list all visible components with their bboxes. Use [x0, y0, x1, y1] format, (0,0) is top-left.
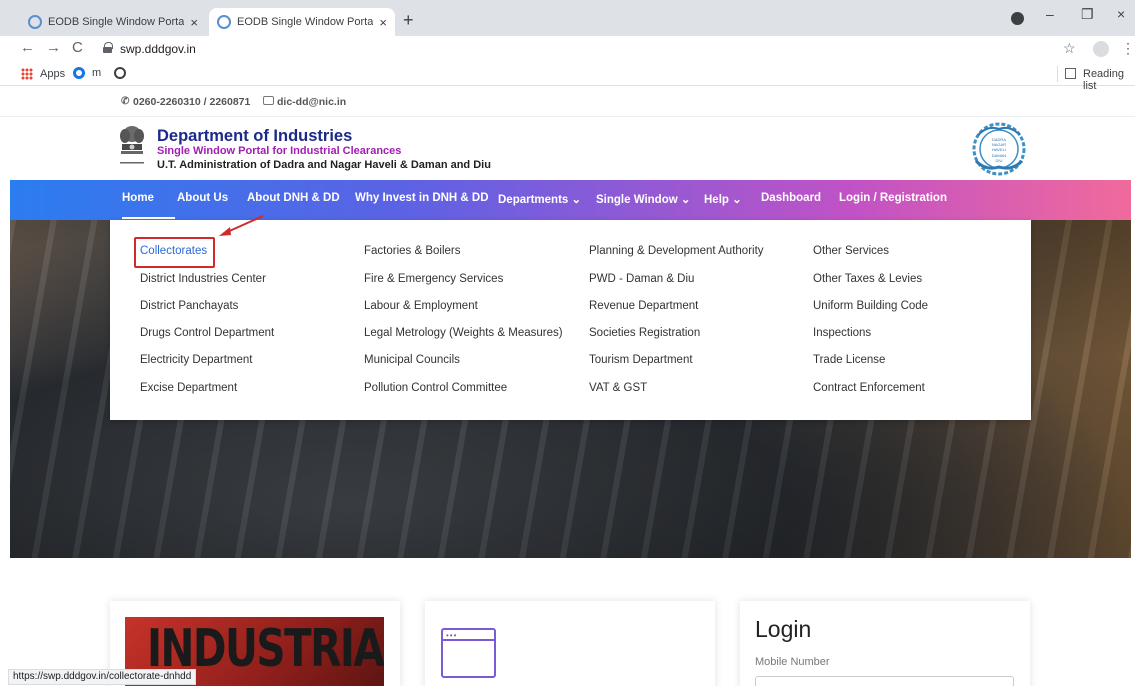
menu-item[interactable]: Factories & Boilers — [364, 245, 461, 257]
nav-about-us[interactable]: About Us — [177, 192, 228, 204]
menu-item[interactable]: Revenue Department — [589, 300, 698, 312]
menu-item[interactable]: Labour & Employment — [364, 300, 478, 312]
mobile-number-input[interactable] — [755, 676, 1014, 686]
globe-icon[interactable] — [114, 67, 126, 79]
login-title: Login — [755, 616, 812, 642]
seal-text: DIU — [996, 158, 1003, 163]
apps-grid-icon[interactable] — [21, 68, 33, 80]
menu-item[interactable]: Tourism Department — [589, 354, 693, 366]
menu-item[interactable]: Other Services — [813, 245, 889, 257]
bookmarks-divider — [1057, 66, 1058, 82]
window-dots: ••• — [446, 631, 458, 640]
tab-close-icon[interactable]: × — [379, 15, 387, 30]
annotation-arrow-icon — [219, 215, 264, 236]
bookmark-apps[interactable]: Apps — [40, 68, 65, 80]
nav-home[interactable]: Home — [122, 192, 154, 204]
menu-item[interactable]: Trade License — [813, 354, 885, 366]
contact-bar: ✆ 0260-2260310 / 2260871 dic-dd@nic.in — [0, 86, 1135, 116]
menu-item[interactable]: Planning & Development Authority — [589, 245, 764, 257]
login-card: Login Mobile Number — [740, 601, 1030, 686]
site-subtitle: Single Window Portal for Industrial Clea… — [157, 145, 402, 157]
new-tab-button[interactable]: + — [403, 10, 414, 31]
site-favicon-icon — [217, 15, 231, 29]
nav-dashboard[interactable]: Dashboard — [761, 192, 821, 204]
bookmark-c-icon[interactable] — [73, 67, 85, 79]
menu-item[interactable]: PWD - Daman & Diu — [589, 273, 694, 285]
main-navigation: Home About Us About DNH & DD Why Invest … — [10, 180, 1131, 220]
seal-text: HAVELI — [992, 147, 1006, 152]
reading-list-icon[interactable] — [1065, 68, 1076, 79]
menu-item[interactable]: Fire & Emergency Services — [364, 273, 503, 285]
tab-title: EODB Single Window Portal : Da — [237, 16, 374, 28]
menu-item[interactable]: Pollution Control Committee — [364, 382, 507, 394]
nav-single-window[interactable]: Single Window ⌄ — [596, 192, 691, 206]
restore-button[interactable]: ❐ — [1081, 6, 1094, 23]
mail-icon — [263, 96, 274, 105]
forward-button[interactable]: → — [46, 39, 61, 56]
site-title[interactable]: Department of Industries — [157, 127, 352, 146]
profile-icon[interactable] — [1011, 12, 1024, 25]
national-emblem-icon — [120, 126, 144, 164]
nav-about-dnh-dd[interactable]: About DNH & DD — [247, 192, 340, 204]
tab-close-icon[interactable]: × — [190, 15, 198, 30]
browser-tab[interactable]: EODB Single Window Portal : Da × — [20, 8, 206, 36]
nav-active-indicator — [122, 217, 175, 219]
menu-item[interactable]: Electricity Department — [140, 354, 252, 366]
menu-item[interactable]: Excise Department — [140, 382, 237, 394]
menu-item[interactable]: Inspections — [813, 327, 871, 339]
dnhdd-seal-icon: DADRA NAGAR HAVELI DAMAN DIU — [972, 122, 1026, 176]
menu-item[interactable]: Drugs Control Department — [140, 327, 274, 339]
bookmark-star-icon[interactable]: ☆ — [1063, 40, 1076, 57]
reload-button[interactable]: C — [72, 39, 83, 56]
browser-tab-active[interactable]: EODB Single Window Portal : Da × — [209, 8, 395, 36]
menu-item[interactable]: District Panchayats — [140, 300, 238, 312]
back-button[interactable]: ← — [20, 39, 35, 56]
email-address[interactable]: dic-dd@nic.in — [277, 96, 346, 108]
url-field[interactable]: swp.dddgov.in — [120, 42, 196, 56]
phone-number: 0260-2260310 / 2260871 — [133, 96, 251, 108]
menu-item[interactable]: Legal Metrology (Weights & Measures) — [364, 327, 563, 339]
browser-menu-icon[interactable]: ⋮ — [1121, 40, 1135, 57]
menu-item[interactable]: VAT & GST — [589, 382, 647, 394]
mobile-number-label: Mobile Number — [755, 656, 830, 668]
single-window-card[interactable]: ••• — [425, 601, 715, 686]
administration-name: U.T. Administration of Dadra and Nagar H… — [157, 159, 491, 171]
nav-departments[interactable]: Departments ⌄ — [498, 192, 581, 206]
departments-dropdown: Collectorates District Industries Center… — [110, 220, 1031, 420]
phone-icon: ✆ — [121, 96, 130, 107]
menu-item[interactable]: Contract Enforcement — [813, 382, 925, 394]
status-url-bar: https://swp.dddgov.in/collectorate-dnhdd — [8, 669, 197, 685]
nav-why-invest[interactable]: Why Invest in DNH & DD — [355, 192, 489, 204]
close-window-button[interactable]: × — [1117, 6, 1125, 22]
menu-item[interactable]: Municipal Councils — [364, 354, 460, 366]
nav-help[interactable]: Help ⌄ — [704, 192, 742, 206]
bookmark-m[interactable]: m — [92, 67, 101, 79]
tab-title: EODB Single Window Portal : Da — [48, 16, 185, 28]
account-icon[interactable] — [1093, 41, 1109, 57]
browser-tab-bar: EODB Single Window Portal : Da × EODB Si… — [0, 0, 1135, 36]
menu-item[interactable]: Other Taxes & Levies — [813, 273, 922, 285]
menu-item[interactable]: Societies Registration — [589, 327, 700, 339]
browser-window-icon: ••• — [441, 628, 496, 678]
minimize-button[interactable]: – — [1046, 6, 1054, 22]
menu-item[interactable]: Uniform Building Code — [813, 300, 928, 312]
highlight-box — [134, 237, 215, 268]
bookmarks-bar: Apps m Reading list — [0, 62, 1135, 92]
address-bar: ← → C swp.dddgov.in ☆ ⋮ — [0, 36, 1135, 62]
site-header: Department of Industries Single Window P… — [0, 116, 1135, 180]
nav-login-registration[interactable]: Login / Registration — [839, 192, 947, 204]
site-favicon-icon — [28, 15, 42, 29]
menu-item[interactable]: District Industries Center — [140, 273, 266, 285]
lock-icon[interactable] — [103, 42, 113, 53]
